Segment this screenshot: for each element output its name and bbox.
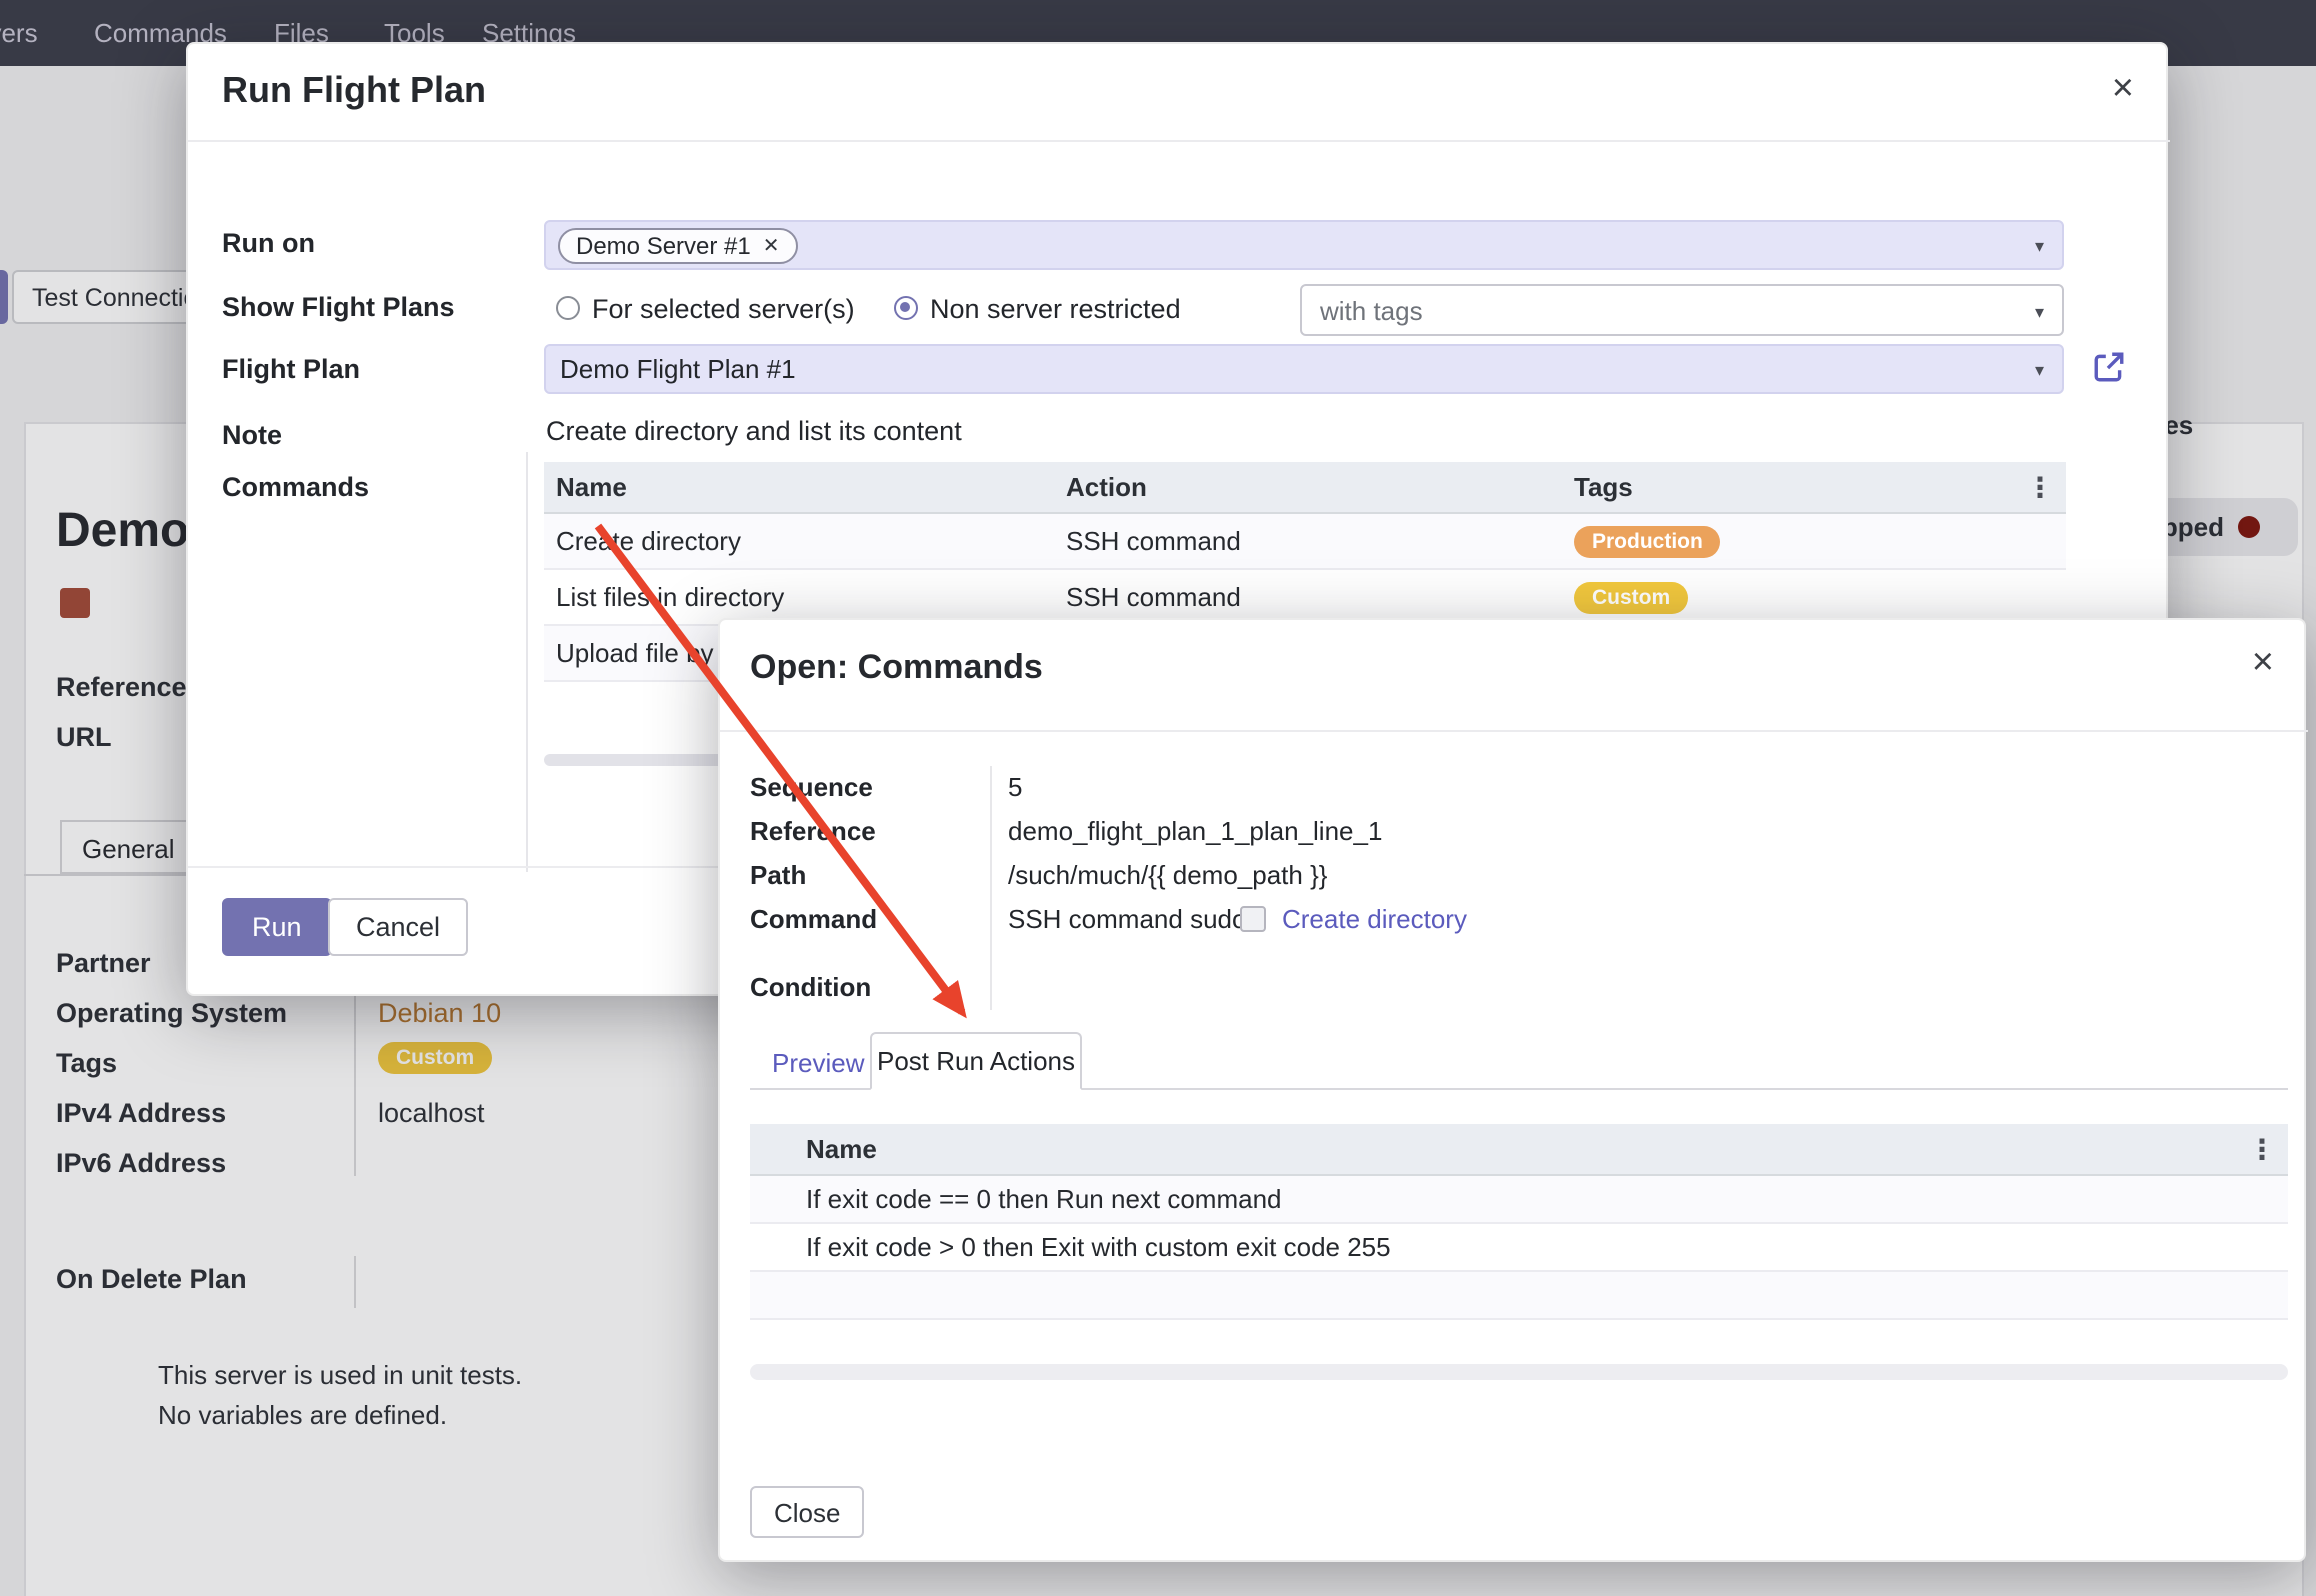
sequence-label: Sequence <box>750 772 873 802</box>
with-tags-select[interactable]: with tags ▾ <box>1300 284 2064 336</box>
tab-post-run-actions[interactable]: Post Run Actions <box>870 1032 1082 1090</box>
chevron-down-icon[interactable]: ▾ <box>2035 304 2044 322</box>
modal-title: Open: Commands <box>750 648 1043 688</box>
reference-label: Reference <box>750 816 876 846</box>
path-value: /such/much/{{ demo_path }} <box>1008 860 1327 890</box>
custom-badge: Custom <box>1574 582 1688 614</box>
command-checkbox[interactable] <box>1240 906 1266 932</box>
path-label: Path <box>750 860 806 890</box>
production-badge: Production <box>1574 526 1721 558</box>
header-action[interactable]: Action <box>1054 472 1562 502</box>
row-name: If exit code > 0 then Exit with custom e… <box>750 1232 2288 1262</box>
run-on-label: Run on <box>222 228 315 258</box>
radio-for-selected-servers-label: For selected server(s) <box>592 294 855 324</box>
row-name: Create directory <box>544 526 1054 556</box>
modal-title: Run Flight Plan <box>222 70 486 112</box>
row-action: SSH command <box>1054 582 1562 612</box>
screen: Servers Commands Files Tools Settings Te… <box>0 0 2316 1596</box>
flight-plan-value: Demo Flight Plan #1 <box>560 354 796 384</box>
radio-non-server-restricted[interactable] <box>894 296 918 320</box>
row-name: If exit code == 0 then Run next command <box>750 1184 2288 1214</box>
row-name: List files in directory <box>544 582 1054 612</box>
kebab-menu-icon[interactable]: ⋮ <box>2026 470 2054 504</box>
chevron-down-icon[interactable]: ▾ <box>2035 362 2044 380</box>
cancel-button[interactable]: Cancel <box>328 898 468 956</box>
run-on-input[interactable]: Demo Server #1 ✕ ▾ <box>544 220 2064 270</box>
table-header: Name Action Tags ⋮ <box>544 462 2066 514</box>
table-row-empty[interactable] <box>750 1272 2288 1320</box>
table-header: Name ⋮ <box>750 1124 2288 1176</box>
table-row[interactable]: If exit code == 0 then Run next command <box>750 1176 2288 1224</box>
header-name[interactable]: Name <box>750 1134 2288 1164</box>
kebab-menu-icon[interactable]: ⋮ <box>2248 1132 2276 1166</box>
command-label: Command <box>750 904 877 934</box>
close-icon[interactable]: × <box>2252 644 2274 682</box>
chip-remove-icon[interactable]: ✕ <box>763 235 780 257</box>
header-name[interactable]: Name <box>544 472 1054 502</box>
sequence-value: 5 <box>1008 772 1022 802</box>
header-tags[interactable]: Tags <box>1562 472 2066 502</box>
flight-plan-label: Flight Plan <box>222 354 360 384</box>
table-row[interactable]: Create directory SSH command Production <box>544 514 2066 570</box>
form-separator <box>526 452 528 872</box>
with-tags-placeholder: with tags <box>1320 296 1423 326</box>
chevron-down-icon[interactable]: ▾ <box>2035 238 2044 256</box>
open-commands-modal: Open: Commands × Sequence 5 Reference de… <box>718 618 2306 1562</box>
reference-value: demo_flight_plan_1_plan_line_1 <box>1008 816 1382 846</box>
condition-label: Condition <box>750 972 871 1002</box>
commands-label: Commands <box>222 472 369 502</box>
close-button[interactable]: Close <box>750 1486 865 1538</box>
run-button[interactable]: Run <box>222 898 332 956</box>
close-icon[interactable]: × <box>2112 70 2134 108</box>
flight-plan-select[interactable]: Demo Flight Plan #1 ▾ <box>544 344 2064 394</box>
server-chip-label: Demo Server #1 <box>576 232 751 260</box>
radio-for-selected-servers[interactable] <box>556 296 580 320</box>
tab-preview[interactable]: Preview <box>772 1048 865 1078</box>
note-value: Create directory and list its content <box>546 416 962 446</box>
table-row[interactable]: If exit code > 0 then Exit with custom e… <box>750 1224 2288 1272</box>
show-flight-plans-label: Show Flight Plans <box>222 292 455 322</box>
post-run-actions-table: Name ⋮ If exit code == 0 then Run next c… <box>750 1124 2288 1320</box>
server-chip[interactable]: Demo Server #1 ✕ <box>558 228 798 264</box>
create-directory-link[interactable]: Create directory <box>1282 904 1467 934</box>
header-divider <box>720 730 2308 732</box>
horizontal-scrollbar[interactable] <box>750 1364 2288 1380</box>
command-value: SSH command sudo <box>1008 904 1246 934</box>
external-link-icon[interactable] <box>2092 350 2126 384</box>
note-label: Note <box>222 420 282 450</box>
radio-non-server-restricted-label: Non server restricted <box>930 294 1181 324</box>
row-action: SSH command <box>1054 526 1562 556</box>
header-divider <box>188 140 2170 142</box>
field-separator <box>990 766 992 1010</box>
